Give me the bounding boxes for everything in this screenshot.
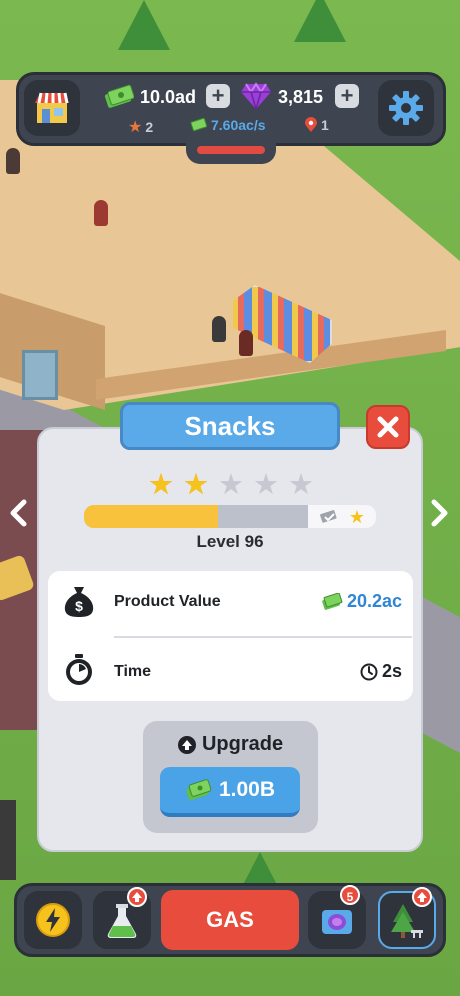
customer (6, 148, 20, 174)
next-arrow[interactable] (428, 498, 450, 536)
park-alert-badge (412, 887, 432, 907)
income-stat: 7.60ac/s (190, 117, 266, 133)
arrow-up-icon (132, 892, 142, 902)
street-sign (0, 800, 16, 880)
hud-progress-bar (197, 146, 265, 154)
upgrade-label: Upgrade (201, 733, 284, 755)
location-pin-icon (305, 117, 317, 132)
level-progress-fill (84, 505, 219, 528)
arrow-up-icon (417, 892, 427, 902)
upgrade-cost: 1.00B (218, 778, 276, 801)
stars-stat: ★ 2 (128, 117, 153, 137)
product-value-label: Product Value (114, 593, 221, 610)
gas-button[interactable]: GAS (161, 890, 299, 950)
star-empty-icon: ★ (288, 469, 314, 501)
portal-icon (322, 910, 352, 934)
research-alert-badge (127, 887, 147, 907)
star-empty-icon: ★ (218, 469, 244, 501)
shop-button[interactable] (24, 80, 80, 136)
chevron-left-icon (10, 499, 27, 527)
time-label: Time (114, 663, 152, 680)
portal-count-badge: 5 (340, 885, 360, 905)
previous-arrow[interactable] (8, 498, 30, 536)
star-rating: ★ ★ ★ ★ ★ (148, 470, 314, 500)
customer (94, 200, 108, 226)
stopwatch-icon (66, 654, 92, 685)
cash-icon (322, 592, 343, 610)
locations-count: 1 (321, 117, 329, 133)
customer (239, 330, 253, 356)
cash-icon (104, 84, 134, 108)
lightning-icon (36, 903, 70, 937)
upgrade-heading: Upgrade (143, 733, 318, 756)
money-bag-icon: $ (64, 587, 94, 617)
progress-reward: ★ (308, 505, 376, 528)
star-empty-icon: ★ (253, 469, 279, 501)
settings-button[interactable] (378, 80, 434, 136)
gem-icon (241, 82, 271, 110)
star-filled-icon: ★ (148, 469, 174, 501)
park-button[interactable] (378, 887, 436, 949)
star-icon: ★ (348, 506, 366, 527)
star-icon: ★ (128, 119, 143, 136)
gear-icon (389, 91, 423, 125)
clock-icon (360, 663, 378, 680)
cash-check-icon (320, 509, 337, 523)
add-gems-button[interactable]: + (335, 84, 359, 108)
customer (212, 316, 226, 342)
time-amount: 2s (381, 661, 402, 681)
panel-title: Snacks (120, 402, 340, 450)
add-cash-button[interactable]: + (206, 84, 230, 108)
income-rate: 7.60ac/s (211, 117, 266, 133)
level-label: Level 96 (196, 532, 264, 551)
svg-text:$: $ (75, 598, 83, 614)
gem-value: 3,815 (278, 87, 324, 107)
arrow-up-circle-icon (177, 735, 196, 754)
cash-icon (190, 118, 208, 132)
star-filled-icon: ★ (183, 469, 209, 501)
boost-button[interactable] (24, 891, 82, 949)
tree (294, 0, 346, 42)
level-progress-bar (84, 505, 308, 528)
cash-value: 10.0ad (140, 87, 197, 107)
product-value-amount: 20.2ac (346, 591, 402, 611)
time-value: 2s (360, 661, 402, 682)
store-window (22, 350, 58, 400)
locations-stat: 1 (304, 117, 329, 133)
upgrade-button[interactable]: 1.00B (160, 767, 300, 817)
tree (118, 0, 170, 50)
portal-button[interactable]: 5 (308, 885, 366, 949)
cash-icon (186, 779, 212, 801)
stats-divider (114, 636, 412, 638)
close-icon (377, 416, 399, 438)
close-button[interactable] (366, 405, 410, 449)
chevron-right-icon (431, 499, 448, 527)
stars-count: 2 (145, 119, 154, 135)
shop-icon (35, 92, 69, 123)
research-button[interactable] (93, 887, 151, 949)
product-value: 20.2ac (321, 591, 402, 612)
